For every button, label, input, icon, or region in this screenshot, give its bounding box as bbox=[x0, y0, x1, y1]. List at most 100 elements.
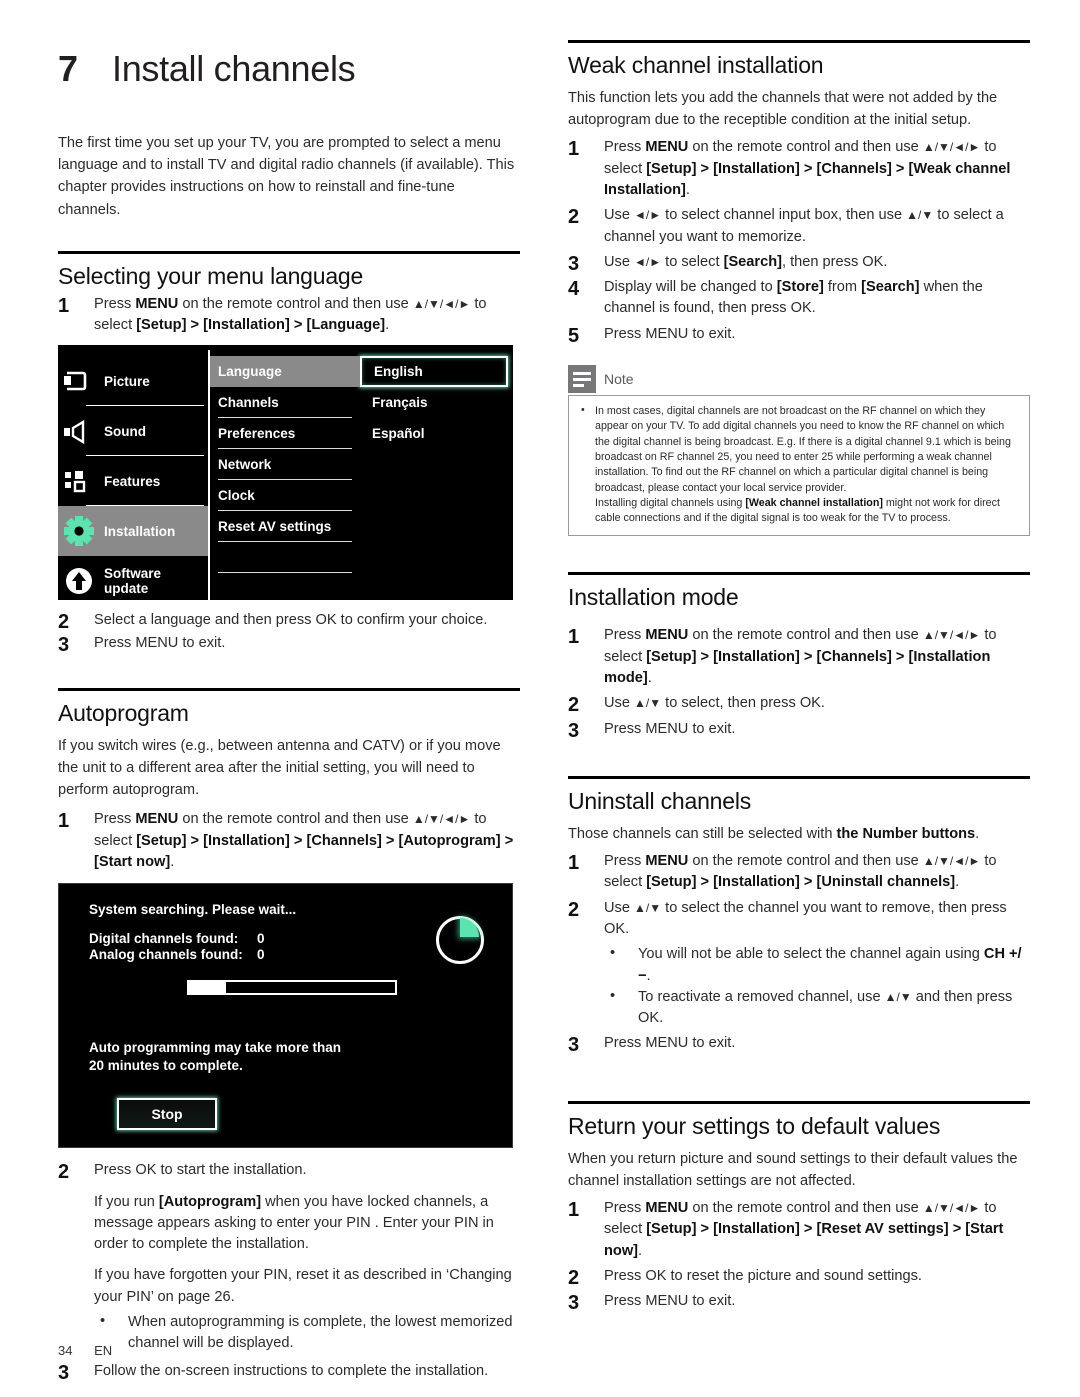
digital-label: Digital channels found: bbox=[89, 931, 239, 947]
step-text: Press bbox=[604, 1200, 646, 1217]
step-item: 3 Follow the on-screen instructions to c… bbox=[58, 1361, 520, 1384]
note-text: In most cases, digital channels are not … bbox=[595, 405, 1011, 494]
picture-icon bbox=[64, 366, 94, 396]
step-number: 3 bbox=[568, 1034, 580, 1057]
page-title-autoprogram: Autoprogram bbox=[58, 699, 189, 726]
section-reset-defaults: Return your settings to default values W… bbox=[568, 1100, 1030, 1314]
step-text: Use bbox=[604, 253, 635, 270]
arrow-keys-icon: ▲/▼/◄/► bbox=[922, 140, 981, 155]
sidebar-item-installation[interactable]: Installation bbox=[58, 506, 208, 557]
menu-item-preferences[interactable]: Preferences bbox=[210, 418, 360, 450]
tv-menu-options: English Français Español bbox=[360, 350, 510, 600]
step-number: 3 bbox=[58, 1361, 70, 1384]
autoprogram-bullets: When autoprogramming is complete, the lo… bbox=[58, 1311, 520, 1355]
sidebar-item-label: Software update bbox=[104, 566, 162, 597]
sidebar-item-label: Sound bbox=[104, 423, 146, 439]
menu-item-language[interactable]: Language bbox=[210, 356, 360, 388]
step-text: Display will be changed to bbox=[604, 279, 777, 296]
list-item: To reactivate a removed channel, use ▲/▼… bbox=[604, 986, 1030, 1030]
note-text-2: Installing digital channels using bbox=[595, 496, 746, 509]
bullet-text-2: . bbox=[646, 967, 651, 984]
step-text: Press OK to start the installation. bbox=[94, 1162, 307, 1179]
step-number: 1 bbox=[58, 294, 70, 317]
step-text-4: . bbox=[170, 853, 175, 870]
step-text: Press MENU to exit. bbox=[604, 720, 736, 737]
menu-item-network[interactable]: Network bbox=[210, 449, 360, 481]
step-text-2: to select bbox=[661, 253, 724, 270]
step-item: 1 Press MENU on the remote control and t… bbox=[568, 625, 1030, 689]
steps-reset-defaults: 1 Press MENU on the remote control and t… bbox=[568, 1198, 1030, 1314]
sidebar-item-features[interactable]: Features bbox=[58, 456, 208, 507]
keyword-search: [Search] bbox=[723, 253, 782, 270]
option-espanol[interactable]: Español bbox=[360, 418, 510, 449]
step-text: Press MENU to exit. bbox=[604, 325, 736, 342]
step-text-3: , then press OK. bbox=[781, 253, 888, 270]
keyword-autoprogram: [Autoprogram] bbox=[158, 1193, 262, 1210]
sidebar-item-software-update[interactable]: Software update bbox=[58, 556, 208, 606]
menu-path: [Setup] > [Installation] > [Reset AV set… bbox=[604, 1221, 1004, 1259]
autoprogram-para2: If you have forgotten your PIN, reset it… bbox=[94, 1267, 512, 1305]
list-item: When autoprogramming is complete, the lo… bbox=[94, 1311, 520, 1355]
menu-item-reset-av-settings[interactable]: Reset AV settings bbox=[210, 511, 360, 543]
menu-item-label: Preferences bbox=[218, 426, 296, 442]
key-menu: MENU bbox=[135, 295, 179, 312]
option-francais[interactable]: Français bbox=[360, 387, 510, 418]
step-text: Press bbox=[94, 295, 136, 312]
step-number: 2 bbox=[58, 1161, 70, 1184]
option-english[interactable]: English bbox=[360, 356, 508, 388]
step-text: Use bbox=[604, 695, 635, 712]
menu-item-channels[interactable]: Channels bbox=[210, 387, 360, 419]
menu-item-clock[interactable]: Clock bbox=[210, 480, 360, 512]
page-title-weak-channel: Weak channel installation bbox=[568, 52, 824, 78]
step-item: 2 Use ◄/► to select channel input box, t… bbox=[568, 205, 1030, 248]
analog-value: 0 bbox=[257, 947, 265, 963]
step-number: 5 bbox=[568, 324, 580, 347]
keyword-store: [Store] bbox=[776, 279, 824, 296]
step-text: Press MENU to exit. bbox=[604, 1293, 736, 1310]
menu-path: [Setup] > [Installation] > [Channels] > … bbox=[94, 832, 514, 870]
list-item: You will not be able to select the chann… bbox=[604, 943, 1030, 987]
menu-item-label: Clock bbox=[218, 488, 255, 504]
step-item: 3 Press MENU to exit. bbox=[568, 1291, 1030, 1314]
list-item: In most cases, digital channels are not … bbox=[579, 403, 1019, 526]
page-title-uninstall-channels: Uninstall channels bbox=[568, 787, 752, 814]
progress-bar bbox=[187, 980, 397, 996]
gear-icon bbox=[64, 516, 94, 547]
divider bbox=[218, 572, 352, 574]
progress-fill bbox=[189, 982, 227, 994]
step-number: 4 bbox=[568, 278, 580, 301]
sidebar-item-picture[interactable]: Picture bbox=[58, 356, 208, 407]
step-number: 2 bbox=[568, 898, 580, 921]
key-menu: MENU bbox=[645, 1200, 689, 1217]
step-text-2: from bbox=[823, 279, 862, 296]
steps-autoprogram-end: 3 Follow the on-screen instructions to c… bbox=[58, 1361, 520, 1384]
menu-item-label: Language bbox=[218, 364, 282, 380]
note-icon bbox=[568, 365, 596, 394]
step-item: 2 Press OK to start the installation. bbox=[58, 1160, 520, 1183]
sidebar-item-label: Installation bbox=[104, 523, 176, 539]
keyword-search: [Search] bbox=[861, 279, 920, 296]
option-label: English bbox=[374, 364, 423, 380]
step-text: Follow the on-screen instructions to com… bbox=[94, 1362, 489, 1379]
step-text: Press bbox=[604, 139, 646, 156]
search-dialog: System searching. Please wait... Digital… bbox=[58, 883, 513, 1149]
arrow-keys-icon: ◄/► bbox=[634, 254, 662, 269]
step-text-4: . bbox=[685, 181, 690, 198]
step-text-2: to select the channel you want to remove… bbox=[604, 899, 1007, 937]
arrow-keys-icon: ▲/▼/◄/► bbox=[412, 296, 471, 311]
section-rule bbox=[568, 572, 1030, 576]
features-icon bbox=[64, 466, 94, 496]
option-label: Español bbox=[372, 426, 425, 442]
sidebar-item-label: Picture bbox=[104, 373, 150, 389]
tv-menu-sidebar: Picture Sound Features Installation Soft… bbox=[58, 350, 210, 601]
steps-menu-language-cont: 2 Select a language and then press OK to… bbox=[58, 610, 520, 655]
chapter-title: Install channels bbox=[112, 48, 356, 89]
section-rule bbox=[568, 1100, 1030, 1104]
stop-button[interactable]: Stop bbox=[117, 1097, 217, 1130]
section-installation-mode: Installation mode 1 Press MENU on the re… bbox=[568, 572, 1030, 742]
search-note-line1: Auto programming may take more than bbox=[89, 1040, 342, 1056]
page-language: EN bbox=[94, 1343, 113, 1358]
steps-uninstall-end: 3 Press MENU to exit. bbox=[568, 1033, 1030, 1056]
sidebar-item-sound[interactable]: Sound bbox=[58, 406, 208, 457]
menu-path: [Setup] > [Installation] > [Language] bbox=[136, 316, 386, 333]
